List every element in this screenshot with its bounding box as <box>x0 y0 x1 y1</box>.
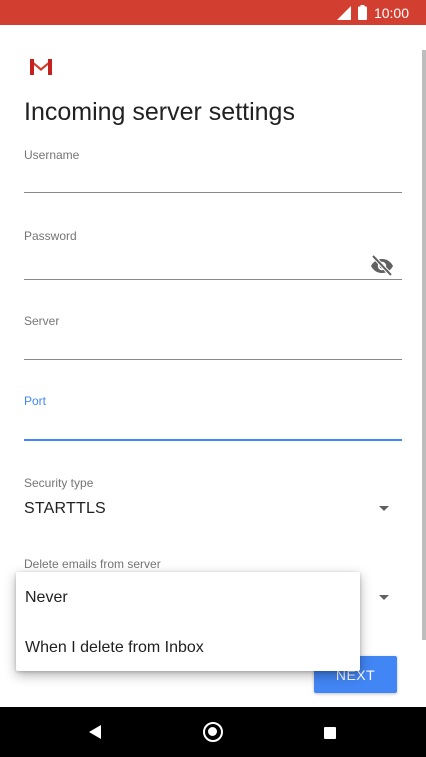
port-label: Port <box>24 394 47 408</box>
security-type-label: Security type <box>24 476 94 490</box>
scrollbar[interactable] <box>422 50 426 640</box>
security-type-value: STARTTLS <box>24 500 106 517</box>
status-time: 10:00 <box>373 4 409 21</box>
password-label: Password <box>24 229 77 243</box>
server-label: Server <box>24 314 60 328</box>
menu-item-never[interactable]: Never <box>16 573 360 623</box>
menu-item-when-delete-from-inbox[interactable]: When I delete from Inbox <box>16 623 360 673</box>
security-type-select[interactable]: Security type STARTTLS <box>24 476 402 526</box>
username-underline <box>24 192 402 193</box>
password-field[interactable]: Password <box>24 229 402 281</box>
gmail-logo <box>30 59 52 75</box>
delete-emails-popup-menu: Never When I delete from Inbox <box>16 572 360 671</box>
signal-icon <box>336 5 351 20</box>
security-type-dropdown-icon <box>379 506 389 511</box>
navigation-bar <box>0 707 426 757</box>
page-title: Incoming server settings <box>24 98 295 126</box>
battery-icon <box>357 5 367 20</box>
status-icons: 10:00 <box>336 0 409 25</box>
back-icon[interactable] <box>88 725 102 739</box>
recent-apps-icon[interactable] <box>324 727 336 739</box>
username-label: Username <box>24 148 80 162</box>
port-underline <box>24 439 402 441</box>
visibility-off-icon[interactable] <box>370 254 394 276</box>
username-field[interactable]: Username <box>24 148 402 194</box>
delete-emails-label: Delete emails from server <box>24 557 161 571</box>
password-underline <box>24 279 402 280</box>
port-field[interactable]: Port <box>24 394 402 442</box>
status-bar: 10:00 <box>0 0 426 25</box>
home-icon[interactable] <box>203 722 223 742</box>
server-underline <box>24 359 402 360</box>
delete-emails-dropdown-icon <box>379 595 389 600</box>
server-field[interactable]: Server <box>24 314 402 362</box>
